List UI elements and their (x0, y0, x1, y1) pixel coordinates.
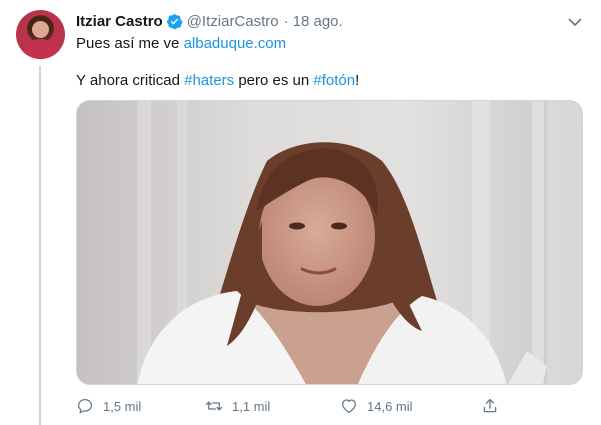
retweet-count: 1,1 mil (232, 398, 271, 414)
author-avatar[interactable] (16, 10, 65, 59)
website-link[interactable]: albaduque.com (184, 35, 287, 52)
tweet-photo[interactable] (76, 100, 583, 385)
reply-button[interactable]: 1,5 mil (76, 396, 141, 416)
tweet-text-line-1: Pues así me ve albaduque.com (76, 35, 286, 52)
text-prefix: Pues así me ve (76, 35, 184, 52)
share-icon (483, 398, 497, 413)
thread-line (39, 66, 41, 425)
share-button[interactable] (481, 396, 508, 416)
text-part-2: pero es un (234, 72, 314, 89)
verified-badge-icon (166, 13, 183, 29)
photo-image (77, 101, 582, 384)
tweet-card[interactable]: Itziar Castro @ItziarCastro · 18 ago. Pu… (0, 0, 601, 425)
reply-icon (77, 398, 93, 414)
tweet-header: Itziar Castro @ItziarCastro · 18 ago. (76, 11, 343, 31)
text-part-1: Y ahora criticad (76, 72, 185, 89)
chevron-down-icon[interactable] (567, 14, 583, 30)
tweet-actions: 1,5 mil 1,1 mil 14,6 mil (76, 396, 583, 416)
separator-dot: · (283, 12, 289, 30)
display-name[interactable]: Itziar Castro (76, 13, 163, 30)
avatar-face (32, 21, 49, 38)
like-button[interactable]: 14,6 mil (340, 396, 413, 416)
heart-icon (341, 399, 357, 414)
hashtag-haters[interactable]: #haters (184, 72, 234, 89)
tweet-text-line-2: Y ahora criticad #haters pero es un #fot… (76, 72, 359, 89)
text-part-3: ! (355, 72, 360, 89)
author-handle[interactable]: @ItziarCastro (187, 13, 279, 30)
retweet-icon (205, 401, 223, 411)
retweet-button[interactable]: 1,1 mil (205, 396, 270, 416)
like-count: 14,6 mil (367, 398, 413, 414)
reply-count: 1,5 mil (103, 398, 142, 414)
avatar-body (20, 39, 61, 59)
tweet-timestamp[interactable]: 18 ago. (293, 13, 343, 30)
hashtag-foton[interactable]: #fotón (313, 72, 355, 89)
